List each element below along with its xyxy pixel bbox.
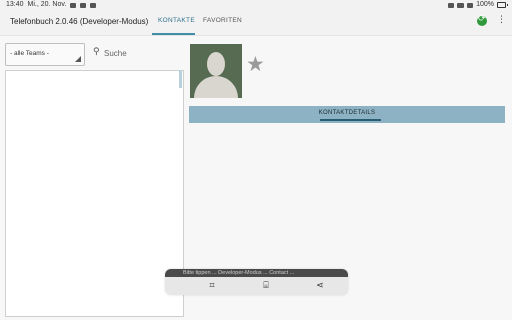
battery-icon: [497, 2, 508, 8]
contact-avatar: [190, 44, 242, 98]
search-input[interactable]: [104, 45, 182, 61]
contact-details-label: KONTAKTDETAILS: [318, 110, 376, 116]
status-date: Mi., 20. Nov.: [27, 1, 67, 8]
toolbar-overlay: Bitte tippen ... Developer-Modus ... Con…: [165, 269, 348, 277]
list-scrollbar[interactable]: [179, 70, 182, 88]
search-icon: ⚲: [93, 47, 100, 57]
more-vertical-icon[interactable]: ⋮: [497, 15, 506, 25]
star-icon[interactable]: ★: [246, 52, 265, 76]
team-select[interactable]: - alle Teams -: [5, 43, 85, 66]
dropdown-caret-icon: [75, 56, 81, 62]
gallery-icon: [80, 2, 87, 8]
status-time: 13:40: [6, 1, 24, 8]
contact-details-indicator: [320, 119, 381, 121]
team-select-value: - alle Teams -: [10, 50, 49, 57]
screenshot-toolbar: Bitte tippen ... Developer-Modus ... Con…: [165, 269, 348, 295]
contact-list[interactable]: [5, 70, 184, 317]
tab-kontakte[interactable]: KONTAKTE: [158, 17, 195, 24]
avatar-head: [207, 52, 225, 76]
nfc-icon: [448, 2, 455, 8]
tab-favoriten[interactable]: FAVORITEN: [203, 17, 242, 24]
app-title: Telefonbuch 2.0.46 (Developer-Modus): [10, 17, 149, 26]
sync-icon[interactable]: [477, 14, 487, 26]
app-bar: Telefonbuch 2.0.46 (Developer-Modus) KON…: [0, 10, 512, 36]
avatar-body: [194, 76, 238, 98]
crop-icon[interactable]: ⌸: [259, 279, 273, 293]
active-tab-indicator: [152, 33, 195, 35]
pdf-icon: [90, 2, 97, 8]
wifi-icon: [457, 2, 465, 8]
status-bar: 13:40 Mi., 20. Nov. 100%: [0, 0, 512, 10]
vibrate-icon: [467, 2, 474, 8]
toolbar-overlay-text: Bitte tippen ... Developer-Modus ... Con…: [183, 270, 295, 276]
image-icon: [70, 2, 77, 8]
battery-percent: 100%: [476, 1, 494, 8]
share-icon[interactable]: ⋖: [313, 279, 327, 293]
scan-icon[interactable]: ⌗: [205, 279, 219, 293]
